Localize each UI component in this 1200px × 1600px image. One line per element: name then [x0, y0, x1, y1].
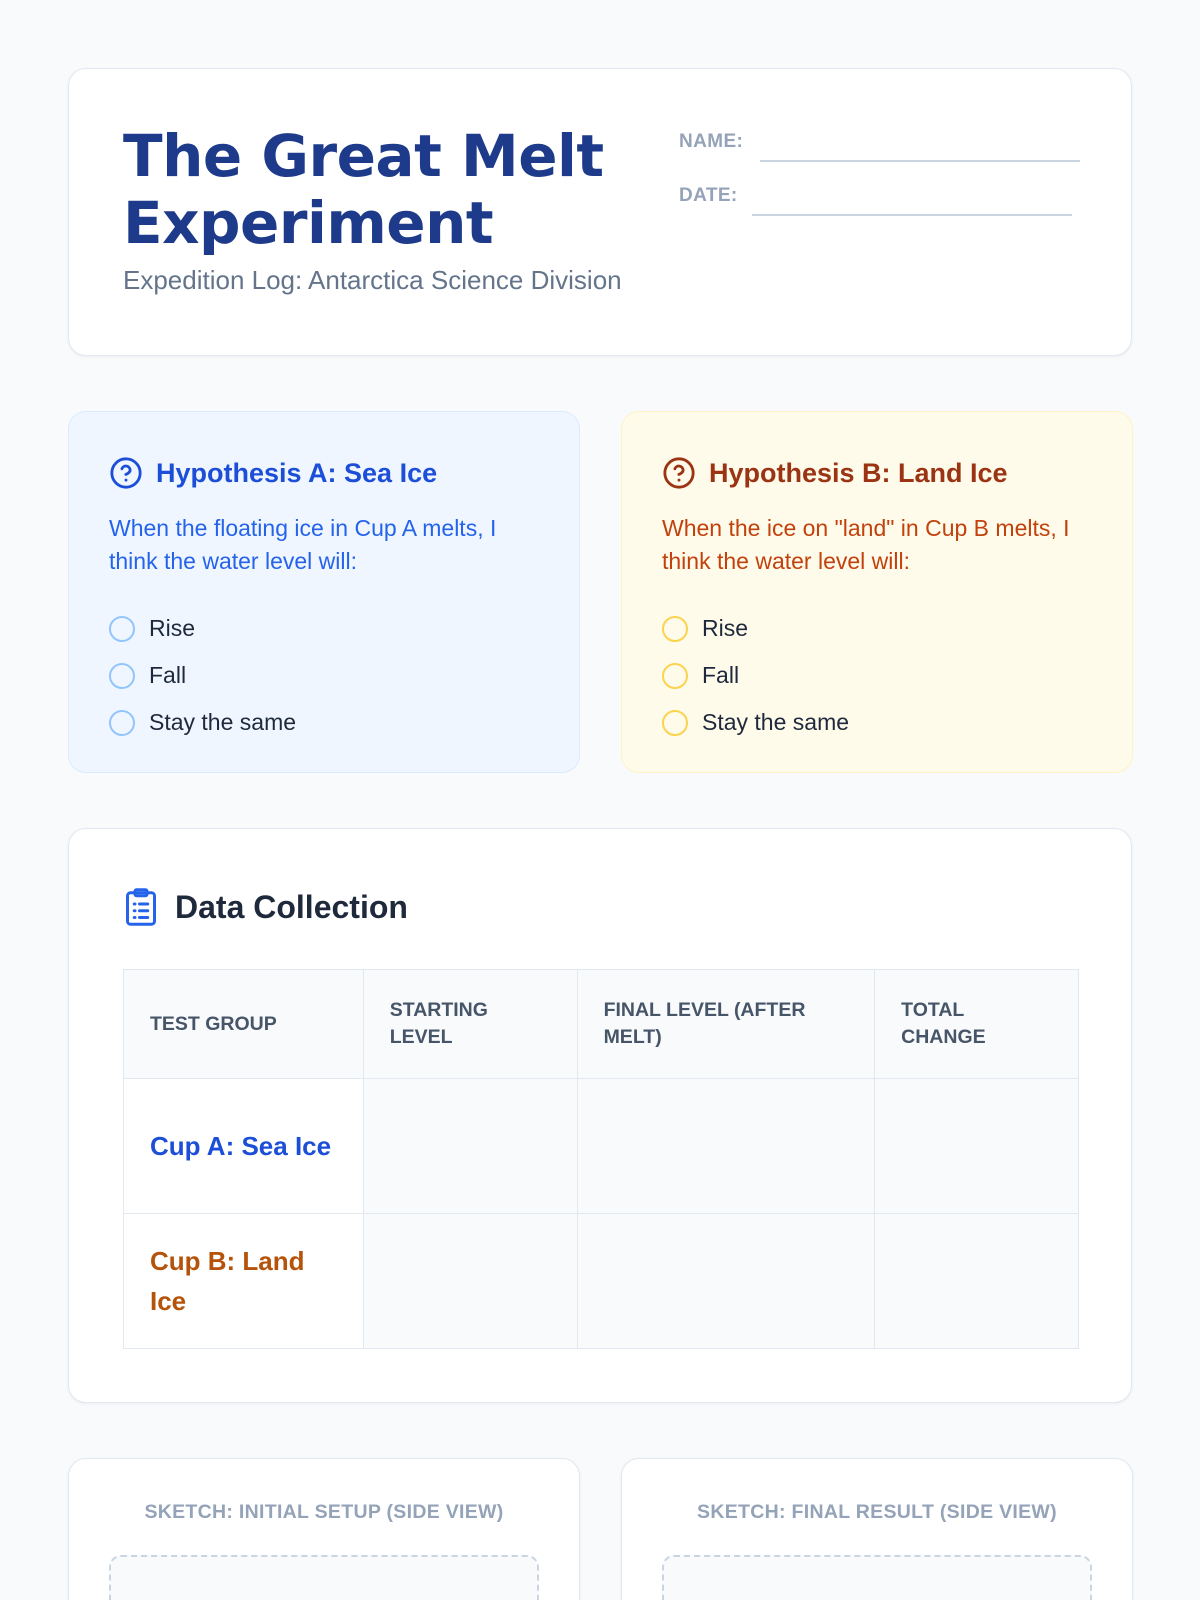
- hypothesis-b-option-rise[interactable]: Rise: [662, 605, 849, 652]
- sketch-initial-card: SKETCH: INITIAL SETUP (SIDE VIEW): [68, 1458, 580, 1600]
- hypothesis-a-card: Hypothesis A: Sea Ice When the floating …: [68, 411, 580, 773]
- hypothesis-b-option-same[interactable]: Stay the same: [662, 699, 849, 746]
- table-row: Cup A: Sea Ice: [123, 1078, 1079, 1214]
- hypothesis-b-options: Rise Fall Stay the same: [662, 605, 849, 746]
- question-circle-icon: [109, 456, 143, 490]
- cup-a-total-change-cell[interactable]: [874, 1078, 1079, 1214]
- radio-button[interactable]: [662, 615, 688, 642]
- cup-b-final-level-cell[interactable]: [576, 1213, 876, 1349]
- cup-b-total-change-cell[interactable]: [874, 1213, 1079, 1349]
- radio-button[interactable]: [109, 615, 135, 642]
- hypothesis-a-options: Rise Fall Stay the same: [109, 605, 296, 746]
- hypothesis-b-prompt: When the ice on "land" in Cup B melts, I…: [662, 515, 1070, 574]
- header-card: The Great Melt Experiment Expedition Log…: [68, 68, 1132, 356]
- radio-button[interactable]: [109, 662, 135, 689]
- table-header-row: Test Group Starting Level Final Level (A…: [123, 969, 1079, 1079]
- page-title: The Great Melt Experiment: [123, 122, 604, 257]
- data-collection-header: Data Collection: [123, 887, 408, 927]
- option-label: Fall: [149, 662, 187, 688]
- sketch-initial-label: SKETCH: INITIAL SETUP (SIDE VIEW): [144, 1501, 504, 1523]
- hypothesis-b-option-fall[interactable]: Fall: [662, 652, 849, 699]
- option-label: Rise: [149, 615, 196, 641]
- data-collection-title: Data Collection: [175, 888, 408, 925]
- column-header-test-group: Test Group: [123, 969, 364, 1079]
- question-circle-icon: [662, 456, 696, 490]
- hypothesis-a-header: Hypothesis A: Sea Ice: [109, 456, 437, 490]
- cup-b-starting-level-cell[interactable]: [362, 1213, 578, 1349]
- sketch-final-card: SKETCH: FINAL RESULT (SIDE VIEW): [621, 1458, 1133, 1600]
- column-header-final-level: Final Level (After Melt): [576, 969, 876, 1079]
- option-label: Rise: [702, 615, 749, 641]
- data-collection-card: Data Collection Test Group Starting Leve…: [68, 828, 1132, 1403]
- name-label: NAME:: [679, 131, 744, 152]
- page-subtitle: Expedition Log: Antarctica Science Divis…: [123, 265, 622, 295]
- sketch-initial-area[interactable]: [109, 1555, 539, 1600]
- hypothesis-b-title: Hypothesis B: Land Ice: [709, 457, 1008, 488]
- date-field[interactable]: [752, 214, 1072, 216]
- radio-button[interactable]: [662, 709, 688, 736]
- hypothesis-b-header: Hypothesis B: Land Ice: [662, 456, 1008, 490]
- sketch-final-area[interactable]: [662, 1555, 1092, 1600]
- data-table: Test Group Starting Level Final Level (A…: [123, 969, 1079, 1349]
- column-header-total-change: Total Change: [874, 969, 1079, 1079]
- option-label: Fall: [702, 662, 740, 688]
- sketch-final-label: SKETCH: FINAL RESULT (SIDE VIEW): [697, 1501, 1057, 1523]
- option-label: Stay the same: [149, 709, 297, 735]
- clipboard-icon: [123, 887, 159, 927]
- radio-button[interactable]: [662, 662, 688, 689]
- hypothesis-a-option-rise[interactable]: Rise: [109, 605, 296, 652]
- option-label: Stay the same: [702, 709, 850, 735]
- cup-a-starting-level-cell[interactable]: [362, 1078, 578, 1214]
- hypothesis-a-option-same[interactable]: Stay the same: [109, 699, 296, 746]
- row-label-cup-a: Cup A: Sea Ice: [123, 1078, 364, 1214]
- date-label: DATE:: [679, 185, 738, 206]
- hypothesis-a-prompt: When the floating ice in Cup A melts, I …: [109, 515, 497, 574]
- cup-a-final-level-cell[interactable]: [576, 1078, 876, 1214]
- name-field[interactable]: [760, 160, 1080, 162]
- radio-button[interactable]: [109, 709, 135, 736]
- column-header-starting-level: Starting Level: [362, 969, 578, 1079]
- table-row: Cup B: Land Ice: [123, 1213, 1079, 1349]
- hypothesis-a-option-fall[interactable]: Fall: [109, 652, 296, 699]
- row-label-cup-b: Cup B: Land Ice: [123, 1213, 364, 1349]
- hypothesis-a-title: Hypothesis A: Sea Ice: [156, 457, 438, 488]
- hypothesis-b-card: Hypothesis B: Land Ice When the ice on "…: [621, 411, 1133, 773]
